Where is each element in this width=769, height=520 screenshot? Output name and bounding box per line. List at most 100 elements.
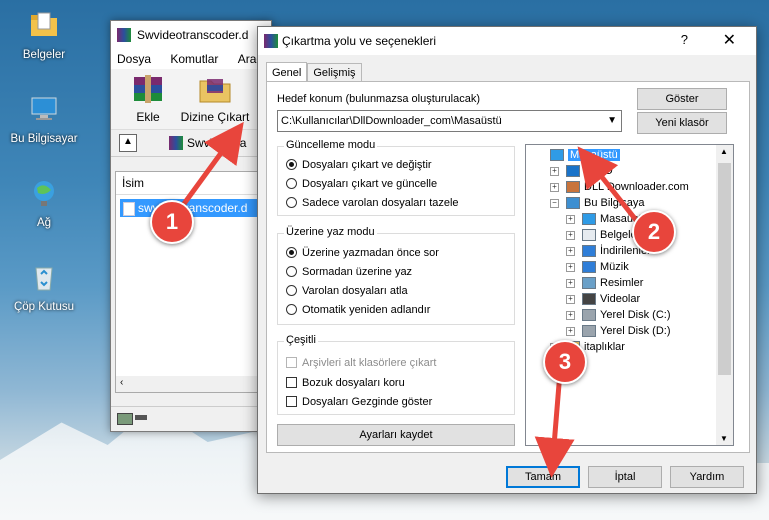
new-folder-button[interactable]: Yeni klasör [637,112,727,134]
extract-to-button[interactable]: Dizine Çıkart [179,73,251,124]
column-name-header[interactable]: İsim [116,172,270,195]
checkbox-icon [286,357,297,368]
tree-item[interactable]: + Resimler [566,275,644,291]
collapse-icon[interactable]: − [550,199,559,208]
expand-icon[interactable]: + [550,167,559,176]
help-button[interactable]: Yardım [670,466,744,488]
winrar-menu-bar: Dosya Komutlar Araçla [111,49,271,69]
tree-item[interactable]: + OneD [550,163,613,179]
tab-advanced[interactable]: Gelişmiş [307,63,362,82]
dialog-app-icon [264,34,278,48]
drive-status-icon [117,413,133,425]
checkbox-keep-broken[interactable]: Bozuk dosyaları koru [286,375,405,391]
scrollbar-thumb[interactable] [718,163,731,375]
tree-item[interactable]: + Yerel Disk (C:) [566,307,671,323]
address-path[interactable]: Swvideotra [187,136,246,150]
desktop-icon-network[interactable]: Ağ [4,178,84,229]
dialog-tabs: Genel Gelişmiş [266,61,362,83]
menu-commands[interactable]: Komutlar [170,52,218,66]
tree-item-label: Resimler [600,277,644,289]
tree-item[interactable]: + DLL Downloader.com [550,179,689,195]
up-folder-icon[interactable]: ▲ [119,134,137,152]
save-settings-button[interactable]: Ayarları kaydet [277,424,515,446]
winrar-title: Swvideotranscoder.d [137,28,249,42]
user-icon [566,181,580,194]
desktop-icon-label: Ağ [36,217,52,229]
checkbox-label: Bozuk dosyaları koru [302,377,405,389]
destination-path-input[interactable]: C:\Kullanıcılar\DllDownloader_com\Masaüs… [277,110,622,132]
checkbox-extract-subfolders[interactable]: Arşivleri alt klasörlere çıkart [286,355,436,371]
menu-file[interactable]: Dosya [117,52,151,66]
radio-icon [286,285,297,296]
tree-item[interactable]: + Müzik [566,259,629,275]
radio-icon [286,266,297,277]
expand-icon[interactable]: + [566,327,575,336]
cancel-button[interactable]: İptal [588,466,662,488]
folder-tree[interactable]: ▲ ▼ Masaüstü + OneD + DLL Downloader.com − Bu … [525,144,734,446]
expand-icon[interactable]: + [566,295,575,304]
winrar-title-bar[interactable]: Swvideotranscoder.d [111,21,271,49]
scroll-down-icon[interactable]: ▼ [720,434,728,443]
drive-icon [582,325,596,338]
tab-general[interactable]: Genel [266,62,308,83]
desktop-icon-documents[interactable]: Belgeler [4,10,84,61]
add-button[interactable]: Ekle [123,73,173,124]
step-badge-2: 2 [632,210,676,254]
radio-extract-replace[interactable]: Dosyaları çıkart ve değiştir [286,157,432,173]
radio-extract-update[interactable]: Dosyaları çıkart ve güncelle [286,176,437,192]
expand-icon[interactable]: + [566,247,575,256]
tree-item-label: DLL Downloader.com [584,181,689,193]
destination-path-value: C:\Kullanıcılar\DllDownloader_com\Masaüs… [281,115,502,127]
radio-overwrite-without-prompt[interactable]: Sormadan üzerine yaz [286,264,412,280]
expand-icon[interactable]: + [566,263,575,272]
expand-icon[interactable]: + [566,231,575,240]
tree-item-label: OneD [584,165,613,177]
expand-icon[interactable]: + [566,215,575,224]
desktop-icon-this-pc[interactable]: Bu Bilgisayar [4,94,84,145]
folder-documents-icon [31,12,57,36]
ok-button[interactable]: Tamam [506,466,580,488]
desktop-icon-label: Çöp Kutusu [13,301,75,313]
tree-item[interactable]: Masaüstü [550,147,620,163]
tree-item[interactable]: + Yerel Disk (D:) [566,323,671,339]
radio-skip-existing[interactable]: Varolan dosyaları atla [286,283,408,299]
radio-label: Otomatik yeniden adlandır [302,304,431,316]
expand-icon[interactable]: + [566,279,575,288]
close-icon[interactable]: ✕ [723,30,736,50]
recycle-bin-icon [35,267,53,291]
radio-ask-before-overwrite[interactable]: Üzerine yazmadan önce sor [286,245,439,261]
videos-icon [582,293,596,306]
key-status-icon [135,415,147,420]
chevron-down-icon[interactable]: ▼ [607,111,617,131]
tree-item[interactable]: + Videolar [566,291,640,307]
extract-to-label: Dizine Çıkart [180,110,250,124]
checkbox-show-in-explorer[interactable]: Dosyaları Gezginde göster [286,394,432,410]
radio-label: Üzerine yazmadan önce sor [302,247,439,259]
computer-icon [566,197,580,210]
vertical-scrollbar[interactable]: ▲ ▼ [716,145,733,445]
desktop-folder-icon [582,213,596,226]
step-badge-3: 3 [543,340,587,384]
radio-auto-rename[interactable]: Otomatik yeniden adlandır [286,302,430,318]
expand-icon[interactable]: + [550,183,559,192]
radio-icon [286,178,297,189]
horizontal-scrollbar[interactable]: ‹ [116,376,270,392]
add-archive-icon [134,75,162,103]
computer-icon [31,97,57,120]
misc-group: Çeşitli Arşivleri alt klasörlere çıkart … [277,334,515,415]
help-icon[interactable]: ? [681,32,688,47]
show-button[interactable]: Göster [637,88,727,110]
desktop-icon-label: Bu Bilgisayar [10,133,78,145]
dialog-title-bar[interactable]: Çıkartma yolu ve seçenekleri ? ✕ [258,27,756,55]
radio-freshen-existing[interactable]: Sadece varolan dosyaları tazele [286,195,459,211]
desktop-icon-recycle-bin[interactable]: Çöp Kutusu [4,262,84,313]
general-panel: Hedef konum (bulunmazsa oluşturulacak) C… [266,81,750,453]
scroll-up-icon[interactable]: ▲ [720,147,728,156]
radio-selected-icon [286,159,297,170]
checkbox-label: Arşivleri alt klasörlere çıkart [302,357,437,369]
expand-icon[interactable]: + [566,311,575,320]
tree-item[interactable]: − Bu Bilgisaya [550,195,645,211]
list-item[interactable]: swvideotranscoder.d [120,199,270,217]
scroll-left-icon[interactable]: ‹ [120,377,123,388]
desktop-icon-label: Belgeler [22,49,66,61]
